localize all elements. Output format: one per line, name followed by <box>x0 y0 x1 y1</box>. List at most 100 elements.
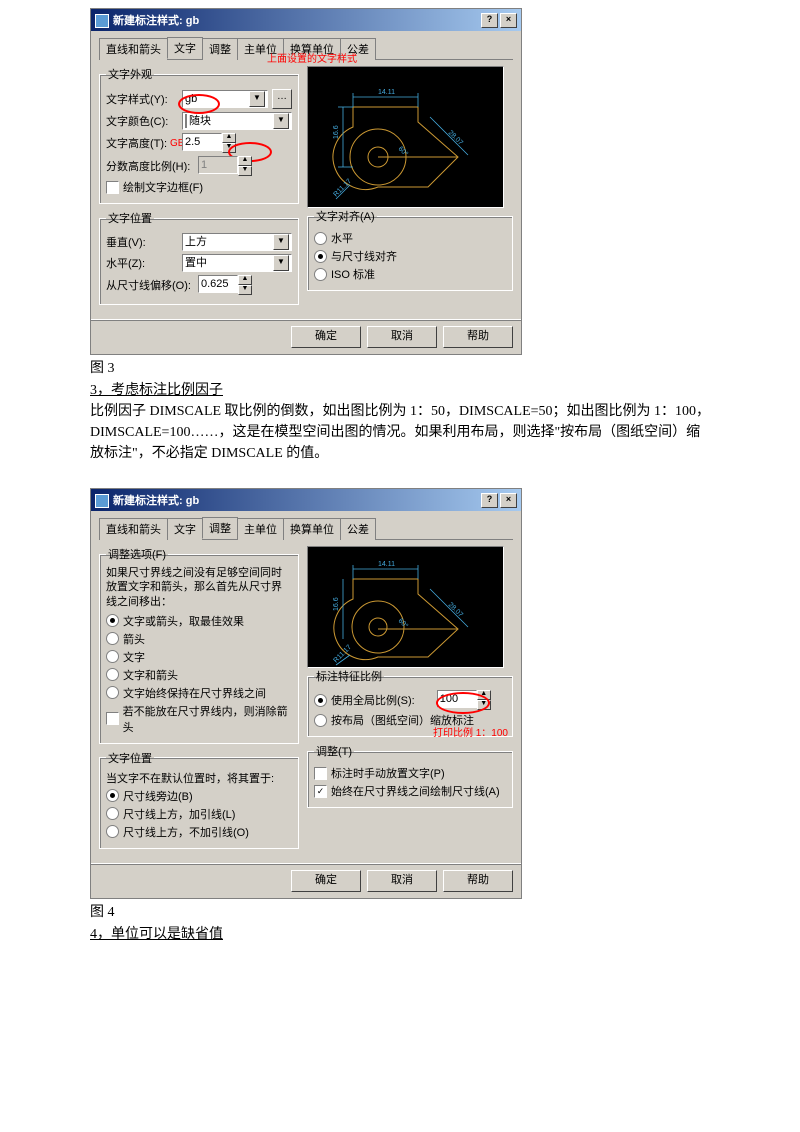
figure-caption-4: 图 4 <box>90 901 710 921</box>
spin-down-icon[interactable]: ▼ <box>238 285 252 295</box>
annotation-printscale: 打印比例 1：100 <box>433 724 508 739</box>
align-iso-radio[interactable]: ISO 标准 <box>314 266 506 282</box>
fit-text-radio[interactable]: 文字 <box>106 649 292 665</box>
tab-fit[interactable]: 调整 <box>202 38 238 60</box>
text-color-label: 文字颜色(C): <box>106 113 178 129</box>
text-position-group2: 文字位置 当文字不在默认位置时，将其置于: 尺寸线旁边(B) 尺寸线上方，加引线… <box>99 750 299 849</box>
text-color-combo[interactable]: 随块▼ <box>182 112 292 130</box>
text-appearance-group: 文字外观 文字样式(Y): gb▼ … 文字颜色(C): 随块▼ GB：2.5~… <box>99 66 299 204</box>
text-style-label: 文字样式(Y): <box>106 91 178 107</box>
preview-pane: 14.11 16.6 28.07 60° R11.17 <box>307 66 504 208</box>
section-heading-3: 3，考虑标注比例因子 <box>90 379 710 399</box>
text-height-label: 文字高度(T): <box>106 135 178 151</box>
help-button[interactable]: 帮助 <box>443 326 513 348</box>
annotation-circle-style <box>178 94 220 114</box>
figure-caption-3: 图 3 <box>90 357 710 377</box>
svg-text:R11.17: R11.17 <box>332 644 353 665</box>
close-icon[interactable]: × <box>500 493 517 508</box>
tab-lines-arrows[interactable]: 直线和箭头 <box>99 518 168 540</box>
fit-best-radio[interactable]: 文字或箭头，取最佳效果 <box>106 613 292 629</box>
body-text-3: 比例因子 DIMSCALE 取比例的倒数，如出图比例为 1：50，DIMSCAL… <box>90 401 710 464</box>
svg-text:16.6: 16.6 <box>333 125 340 139</box>
text-alignment-legend: 文字对齐(A) <box>314 208 377 224</box>
tab-tolerance[interactable]: 公差 <box>340 518 376 540</box>
chevron-down-icon: ▼ <box>273 113 289 129</box>
chevron-down-icon: ▼ <box>273 234 289 250</box>
ok-button[interactable]: 确定 <box>291 326 361 348</box>
titlebar-text: 新建标注样式: gb <box>113 495 199 507</box>
tab-lines-arrows[interactable]: 直线和箭头 <box>99 38 168 60</box>
dim-style-dialog-text: 新建标注样式: gb ? × 直线和箭头 文字 调整 主单位 换算单位 公差 上… <box>90 8 522 355</box>
help-button[interactable]: 帮助 <box>443 870 513 892</box>
svg-text:60°: 60° <box>397 617 410 630</box>
tabs: 直线和箭头 文字 调整 主单位 换算单位 公差 <box>99 517 513 540</box>
text-position-desc: 当文字不在默认位置时，将其置于: <box>106 770 292 786</box>
vertical-label: 垂直(V): <box>106 234 178 250</box>
fit-options-legend: 调整选项(F) <box>106 546 168 562</box>
fit-desc: 如果尺寸界线之间没有足够空间同时放置文字和箭头，那么首先从尺寸界线之间移出： <box>106 566 292 609</box>
textpos-above-leader-radio[interactable]: 尺寸线上方，加引线(L) <box>106 806 292 822</box>
fit-options-group: 调整选项(F) 如果尺寸界线之间没有足够空间同时放置文字和箭头，那么首先从尺寸界… <box>99 546 299 744</box>
text-position-group: 文字位置 垂直(V):上方▼ 水平(Z):置中▼ 从尺寸线偏移(O):0.625… <box>99 210 299 305</box>
fraction-height-label: 分数高度比例(H): <box>106 158 194 174</box>
dim-style-dialog-fit: 新建标注样式: gb ? × 直线和箭头 文字 调整 主单位 换算单位 公差 调… <box>90 488 522 899</box>
svg-text:60°: 60° <box>397 145 410 158</box>
close-icon[interactable]: × <box>500 13 517 28</box>
titlebar[interactable]: 新建标注样式: gb ? × <box>91 9 521 31</box>
dim-scale-group: 标注特征比例 使用全局比例(S): 100▲▼ 按布局（图纸空间）缩放标注 打印… <box>307 668 513 737</box>
cancel-button[interactable]: 取消 <box>367 326 437 348</box>
fit-arrows-radio[interactable]: 箭头 <box>106 631 292 647</box>
tab-primary-units[interactable]: 主单位 <box>237 518 284 540</box>
help-icon[interactable]: ? <box>481 493 498 508</box>
help-icon[interactable]: ? <box>481 13 498 28</box>
svg-text:28.07: 28.07 <box>447 601 464 618</box>
fit-suppress-arrows-check[interactable]: 若不能放在尺寸界线内，则消除箭头 <box>106 703 292 735</box>
titlebar-text: 新建标注样式: gb <box>113 15 199 27</box>
vertical-combo[interactable]: 上方▼ <box>182 233 292 251</box>
chevron-down-icon: ▼ <box>249 91 265 107</box>
align-horizontal-radio[interactable]: 水平 <box>314 230 506 246</box>
annotation-textstyle: 上面设置的文字样式 <box>267 50 357 65</box>
fit-keep-radio[interactable]: 文字始终保持在尺寸界线之间 <box>106 685 292 701</box>
textpos-above-noleader-radio[interactable]: 尺寸线上方，不加引线(O) <box>106 824 292 840</box>
spin-up-icon: ▲ <box>238 156 252 166</box>
svg-text:14.11: 14.11 <box>378 561 395 568</box>
ok-button[interactable]: 确定 <box>291 870 361 892</box>
svg-text:28.07: 28.07 <box>447 129 464 146</box>
cancel-button[interactable]: 取消 <box>367 870 437 892</box>
tune-always-draw-check[interactable]: ✓始终在尺寸界线之间绘制尺寸线(A) <box>314 783 506 799</box>
preview-pane: 14.11 16.6 28.07 60° R11.17 <box>307 546 504 668</box>
offset-label: 从尺寸线偏移(O): <box>106 277 194 293</box>
tab-fit[interactable]: 调整 <box>202 517 238 539</box>
section-heading-4: 4，单位可以是缺省值 <box>90 923 710 943</box>
spin-up-icon[interactable]: ▲ <box>238 275 252 285</box>
textpos-beside-radio[interactable]: 尺寸线旁边(B) <box>106 788 292 804</box>
fit-both-radio[interactable]: 文字和箭头 <box>106 667 292 683</box>
tune-manual-check[interactable]: 标注时手动放置文字(P) <box>314 765 506 781</box>
svg-text:16.6: 16.6 <box>333 597 340 611</box>
svg-text:14.11: 14.11 <box>378 89 395 96</box>
spin-down-icon: ▼ <box>238 166 252 176</box>
horizontal-label: 水平(Z): <box>106 255 178 271</box>
text-height-input[interactable]: 2.5 <box>182 133 222 151</box>
tab-text[interactable]: 文字 <box>167 37 203 59</box>
fine-tuning-group: 调整(T) 标注时手动放置文字(P) ✓始终在尺寸界线之间绘制尺寸线(A) <box>307 743 513 808</box>
offset-input[interactable]: 0.625 <box>198 275 238 293</box>
dim-scale-legend: 标注特征比例 <box>314 668 384 684</box>
text-frame-check[interactable]: 绘制文字边框(F) <box>106 179 292 195</box>
tab-alt-units[interactable]: 换算单位 <box>283 518 341 540</box>
fraction-height-input: 1 <box>198 156 238 174</box>
annotation-circle-scale <box>436 692 490 714</box>
text-position-legend: 文字位置 <box>106 210 154 226</box>
spin-up-icon[interactable]: ▲ <box>222 133 236 143</box>
text-position-legend2: 文字位置 <box>106 750 154 766</box>
text-style-browse-button[interactable]: … <box>272 89 292 109</box>
tab-text[interactable]: 文字 <box>167 518 203 540</box>
chevron-down-icon: ▼ <box>273 255 289 271</box>
text-appearance-legend: 文字外观 <box>106 66 154 82</box>
fine-tuning-legend: 调整(T) <box>314 743 354 759</box>
horizontal-combo[interactable]: 置中▼ <box>182 254 292 272</box>
titlebar[interactable]: 新建标注样式: gb ? × <box>91 489 521 511</box>
align-dimline-radio[interactable]: 与尺寸线对齐 <box>314 248 506 264</box>
text-alignment-group: 文字对齐(A) 水平 与尺寸线对齐 ISO 标准 <box>307 208 513 291</box>
